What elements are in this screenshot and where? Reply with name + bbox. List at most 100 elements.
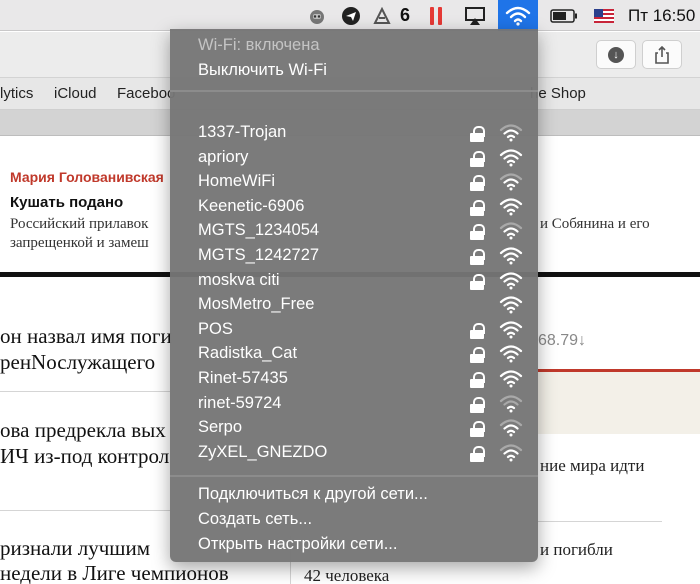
- downloads-button[interactable]: ↓: [596, 40, 636, 69]
- turn-off-wifi-item[interactable]: Выключить Wi-Fi: [198, 61, 327, 80]
- network-name: moskva citi: [198, 270, 280, 289]
- wifi-signal-icon: [499, 123, 523, 143]
- lock-icon: [470, 273, 485, 290]
- currency-rate: 68.79↓: [538, 332, 587, 349]
- wifi-signal-icon: [499, 172, 523, 192]
- article-text-line: запрещенкой и замеш: [10, 235, 149, 251]
- lock-icon: [470, 224, 485, 241]
- wifi-network-item[interactable]: ZyXEL_GNEZDO: [170, 441, 538, 466]
- wifi-network-item[interactable]: HomeWiFi: [170, 170, 538, 195]
- network-name: MosMetro_Free: [198, 295, 315, 314]
- headline-line[interactable]: он назвал имя поги: [0, 324, 172, 349]
- headline-line[interactable]: ова предрекла вых: [0, 418, 166, 443]
- robot-icon[interactable]: [304, 0, 330, 31]
- network-name: POS: [198, 319, 233, 338]
- headline-line[interactable]: ренNослужащего: [0, 350, 155, 375]
- telegram-icon[interactable]: [338, 0, 364, 31]
- divider: [538, 521, 662, 522]
- wifi-network-item[interactable]: rinet-59724: [170, 392, 538, 417]
- network-name: apriory: [198, 147, 249, 166]
- badge-count: 6: [399, 5, 410, 25]
- wifi-signal-icon: [499, 148, 523, 168]
- divider: [0, 391, 170, 392]
- lock-icon: [470, 322, 485, 339]
- wifi-signal-icon: [499, 271, 523, 291]
- bookmark-facebook[interactable]: Faceboo: [117, 85, 175, 102]
- wifi-signal-icon: [499, 221, 523, 241]
- headline-line[interactable]: ИЧ из-под контрол: [0, 444, 169, 469]
- network-name: 1337-Trojan: [198, 123, 287, 141]
- menu-bar: 6 Пт 16:50: [0, 0, 700, 31]
- wifi-network-item[interactable]: 1337-Trojan: [170, 121, 538, 146]
- lock-icon: [470, 347, 485, 364]
- lock-icon: [470, 445, 485, 462]
- us-flag-icon[interactable]: [592, 0, 616, 31]
- sidebar-news[interactable]: и погибли: [540, 540, 613, 560]
- wifi-signal-icon: [499, 443, 523, 463]
- join-other-network-item[interactable]: Подключиться к другой сети...: [198, 485, 428, 504]
- wifi-network-item[interactable]: Serpo: [170, 416, 538, 441]
- create-network-item[interactable]: Создать сеть...: [198, 510, 312, 529]
- lock-icon: [470, 175, 485, 192]
- clock[interactable]: Пт 16:50: [628, 0, 695, 31]
- menu-separator: [170, 90, 538, 92]
- bookmark-icloud[interactable]: iCloud: [54, 85, 97, 102]
- bookmark-analytics[interactable]: lytics: [0, 85, 33, 102]
- wifi-dropdown-menu: Wi-Fi: включена Выключить Wi-Fi 1337-Tro…: [170, 29, 538, 562]
- airplay-icon[interactable]: [462, 0, 488, 31]
- network-name: Radistka_Cat: [198, 344, 298, 363]
- lock-icon: [470, 126, 485, 142]
- pause-icon[interactable]: [426, 0, 446, 31]
- share-button[interactable]: [642, 40, 682, 69]
- wifi-signal-icon: [499, 369, 523, 389]
- lock-icon: [470, 372, 485, 388]
- network-name: ZyXEL_GNEZDO: [198, 442, 328, 461]
- lock-icon: [470, 421, 485, 438]
- wifi-network-item[interactable]: Keenetic-6906: [170, 195, 538, 220]
- headline-line[interactable]: ризнали лучшим: [0, 536, 150, 561]
- battery-icon[interactable]: [548, 0, 580, 31]
- wifi-network-item[interactable]: MGTS_1234054: [170, 219, 538, 244]
- network-name: MGTS_1234054: [198, 221, 320, 240]
- wifi-network-item[interactable]: Rinet-57435: [170, 367, 538, 392]
- lock-icon: [470, 150, 485, 167]
- adobe-icon[interactable]: [370, 0, 394, 31]
- headline-line[interactable]: недели в Лиге чемпионов: [0, 561, 229, 584]
- open-network-preferences-item[interactable]: Открыть настройки сети...: [198, 535, 397, 554]
- bookmark-shop[interactable]: he Shop: [530, 85, 586, 102]
- lock-icon: [470, 396, 485, 413]
- network-name: Rinet-57435: [198, 369, 288, 387]
- wifi-network-item[interactable]: MosMetro_Free: [170, 293, 538, 318]
- article-title[interactable]: Кушать подано: [10, 194, 123, 211]
- wifi-network-item[interactable]: MGTS_1242727: [170, 244, 538, 269]
- lock-icon: [470, 249, 485, 265]
- wifi-network-item[interactable]: apriory: [170, 146, 538, 171]
- network-name: MGTS_1242727: [198, 246, 320, 264]
- sidebar-news[interactable]: 42 человека: [304, 566, 389, 584]
- wifi-signal-icon: [499, 246, 523, 266]
- sidebar-news[interactable]: ние мира идти: [540, 456, 644, 476]
- wifi-status: Wi-Fi: включена: [198, 36, 320, 54]
- article-text-line: Российский прилавок: [10, 216, 149, 232]
- network-name: rinet-59724: [198, 393, 282, 412]
- article-text-line: и Собянина и его: [540, 216, 650, 232]
- wifi-network-item[interactable]: Radistka_Cat: [170, 342, 538, 367]
- divider: [0, 510, 170, 511]
- wifi-signal-icon: [499, 295, 523, 315]
- download-icon: ↓: [608, 46, 624, 63]
- network-name: HomeWiFi: [198, 172, 275, 191]
- wifi-network-item[interactable]: moskva citi: [170, 269, 538, 294]
- sidebar-block: [538, 372, 700, 434]
- network-name: Serpo: [198, 418, 243, 437]
- wifi-signal-icon: [499, 320, 523, 340]
- wifi-signal-icon: [499, 418, 523, 438]
- wifi-signal-icon: [499, 344, 523, 364]
- lock-icon: [470, 199, 485, 216]
- wifi-menu-icon[interactable]: [498, 0, 538, 31]
- menu-separator: [170, 475, 538, 477]
- wifi-network-item[interactable]: POS: [170, 318, 538, 343]
- share-icon: [655, 45, 669, 64]
- article-author[interactable]: Мария Голованивская: [10, 169, 164, 185]
- wifi-signal-icon: [499, 394, 523, 414]
- network-name: Keenetic-6906: [198, 196, 305, 215]
